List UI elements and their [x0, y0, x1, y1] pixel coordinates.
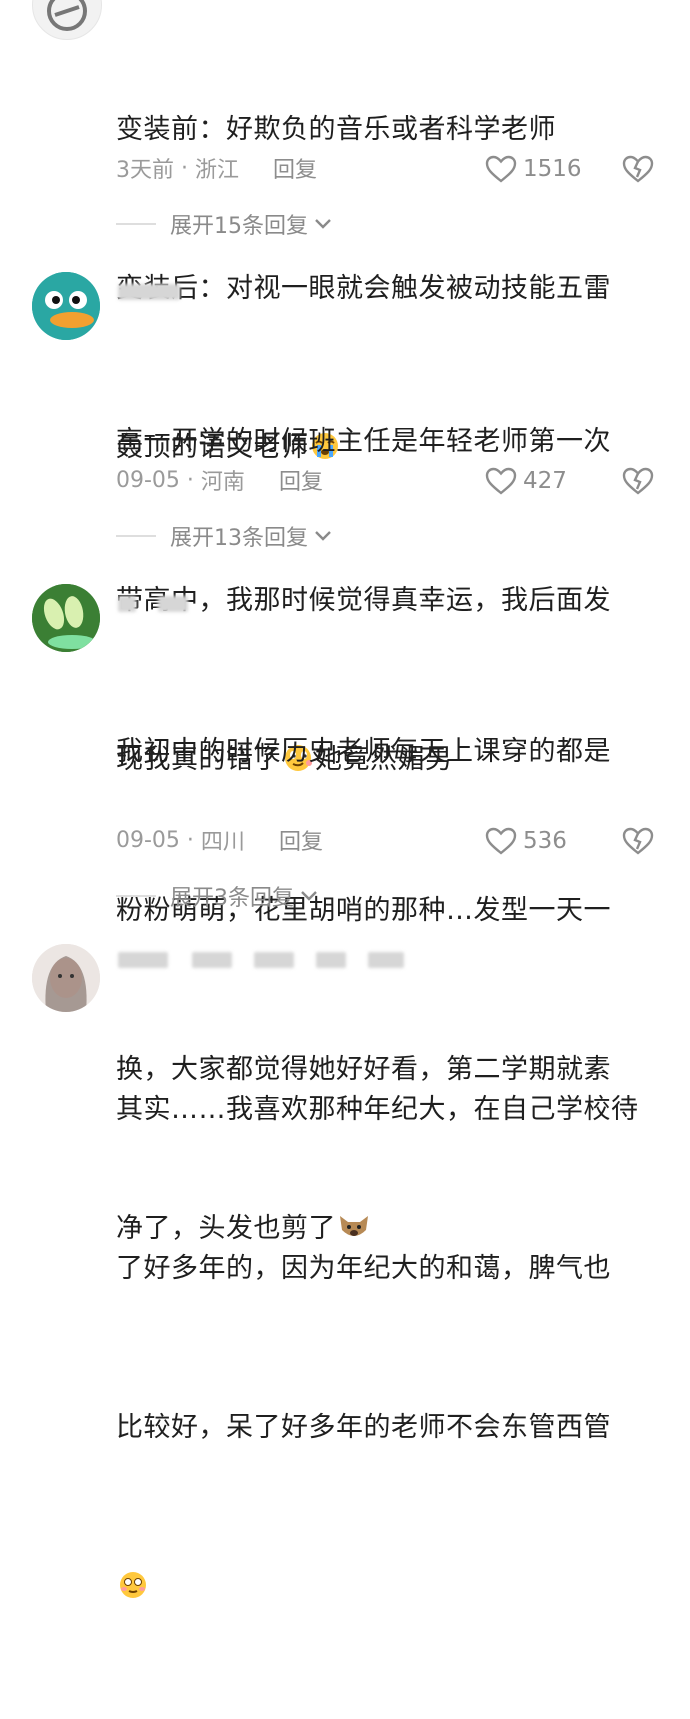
dislike-button[interactable]	[622, 153, 654, 185]
reply-button[interactable]: 回复	[279, 824, 323, 856]
username-redacted	[118, 596, 136, 612]
comment-line: 其实……我喜欢那种年纪大，在自己学校待	[116, 1094, 639, 1125]
comment-time: 09-05	[116, 467, 180, 493]
username-redacted	[158, 596, 188, 612]
dislike-button[interactable]	[622, 465, 654, 497]
expand-replies-button[interactable]: 展开3条回复	[116, 881, 318, 911]
comment-line: 了好多年的，因为年纪大的和蔼，脾气也	[116, 1253, 611, 1284]
expand-label: 展开3条回复	[170, 886, 294, 911]
like-button[interactable]: 1516	[485, 153, 582, 185]
comment-time: 3天前	[116, 158, 174, 183]
chevron-down-icon	[315, 219, 331, 229]
reply-button[interactable]: 回复	[273, 152, 317, 184]
expand-divider	[116, 223, 156, 225]
username-redacted	[118, 952, 168, 968]
avatar-image	[32, 272, 100, 340]
meta-dot: ·	[174, 155, 195, 181]
comment-meta: 3天前 · 浙江 回复	[116, 152, 317, 184]
comment-line: 变装后：对视一眼就会触发被动技能五雷	[116, 273, 611, 304]
avatar[interactable]	[32, 0, 102, 40]
comment-text: 其实……我喜欢那种年纪大，在自己学校待 了好多年的，因为年纪大的和蔼，脾气也 比…	[116, 977, 656, 1719]
comment-location: 四川	[200, 830, 245, 855]
dislike-button[interactable]	[622, 825, 654, 857]
like-button[interactable]: 536	[485, 825, 567, 857]
like-count: 427	[523, 468, 567, 494]
expand-replies-button[interactable]: 展开13条回复	[116, 521, 332, 551]
comment-meta: 09-05 · 四川 回复	[116, 824, 323, 856]
avatar-image	[32, 944, 100, 1012]
expand-divider	[116, 895, 156, 897]
broken-heart-icon	[622, 155, 654, 183]
comment-line: 高一开学的时候班主任是年轻老师第一次	[116, 426, 611, 457]
meta-dot: ·	[179, 827, 201, 853]
chevron-down-icon	[315, 531, 331, 541]
avatar-image	[47, 0, 87, 31]
heart-icon	[485, 827, 517, 855]
like-button[interactable]: 427	[485, 465, 567, 497]
avatar-image	[32, 584, 100, 652]
username-redacted	[368, 952, 404, 968]
broken-heart-icon	[622, 827, 654, 855]
like-count: 536	[523, 828, 567, 854]
like-count: 1516	[523, 156, 582, 182]
avatar[interactable]	[32, 584, 100, 652]
comment-line: 我初中的时候历史老师每天上课穿的都是	[116, 736, 611, 767]
avatar[interactable]	[32, 944, 100, 1012]
comment-time: 09-05	[116, 827, 180, 853]
blush-face-icon	[120, 1572, 146, 1598]
chevron-down-icon	[301, 891, 317, 901]
comment-location: 浙江	[194, 158, 239, 183]
meta-dot: ·	[179, 467, 201, 493]
expand-replies-button[interactable]: 展开15条回复	[116, 209, 332, 239]
heart-icon	[485, 467, 517, 495]
username[interactable]	[118, 592, 188, 616]
comment-location: 河南	[200, 470, 245, 495]
comment-line	[116, 1560, 656, 1613]
username[interactable]	[118, 948, 404, 972]
avatar[interactable]	[32, 272, 100, 340]
username-redacted	[254, 952, 294, 968]
expand-label: 展开13条回复	[170, 526, 308, 551]
comment-line: 变装前：好欺负的音乐或者科学老师	[116, 114, 556, 145]
comment-meta: 09-05 · 河南 回复	[116, 464, 323, 496]
username[interactable]	[118, 280, 180, 304]
username-redacted	[316, 952, 346, 968]
username-redacted	[192, 952, 232, 968]
expand-divider	[116, 535, 156, 537]
heart-icon	[485, 155, 517, 183]
broken-heart-icon	[622, 467, 654, 495]
reply-button[interactable]: 回复	[279, 464, 323, 496]
username-redacted	[118, 284, 180, 300]
comment-line: 比较好，呆了好多年的老师不会东管西管	[116, 1412, 611, 1443]
expand-label: 展开15条回复	[170, 214, 308, 239]
